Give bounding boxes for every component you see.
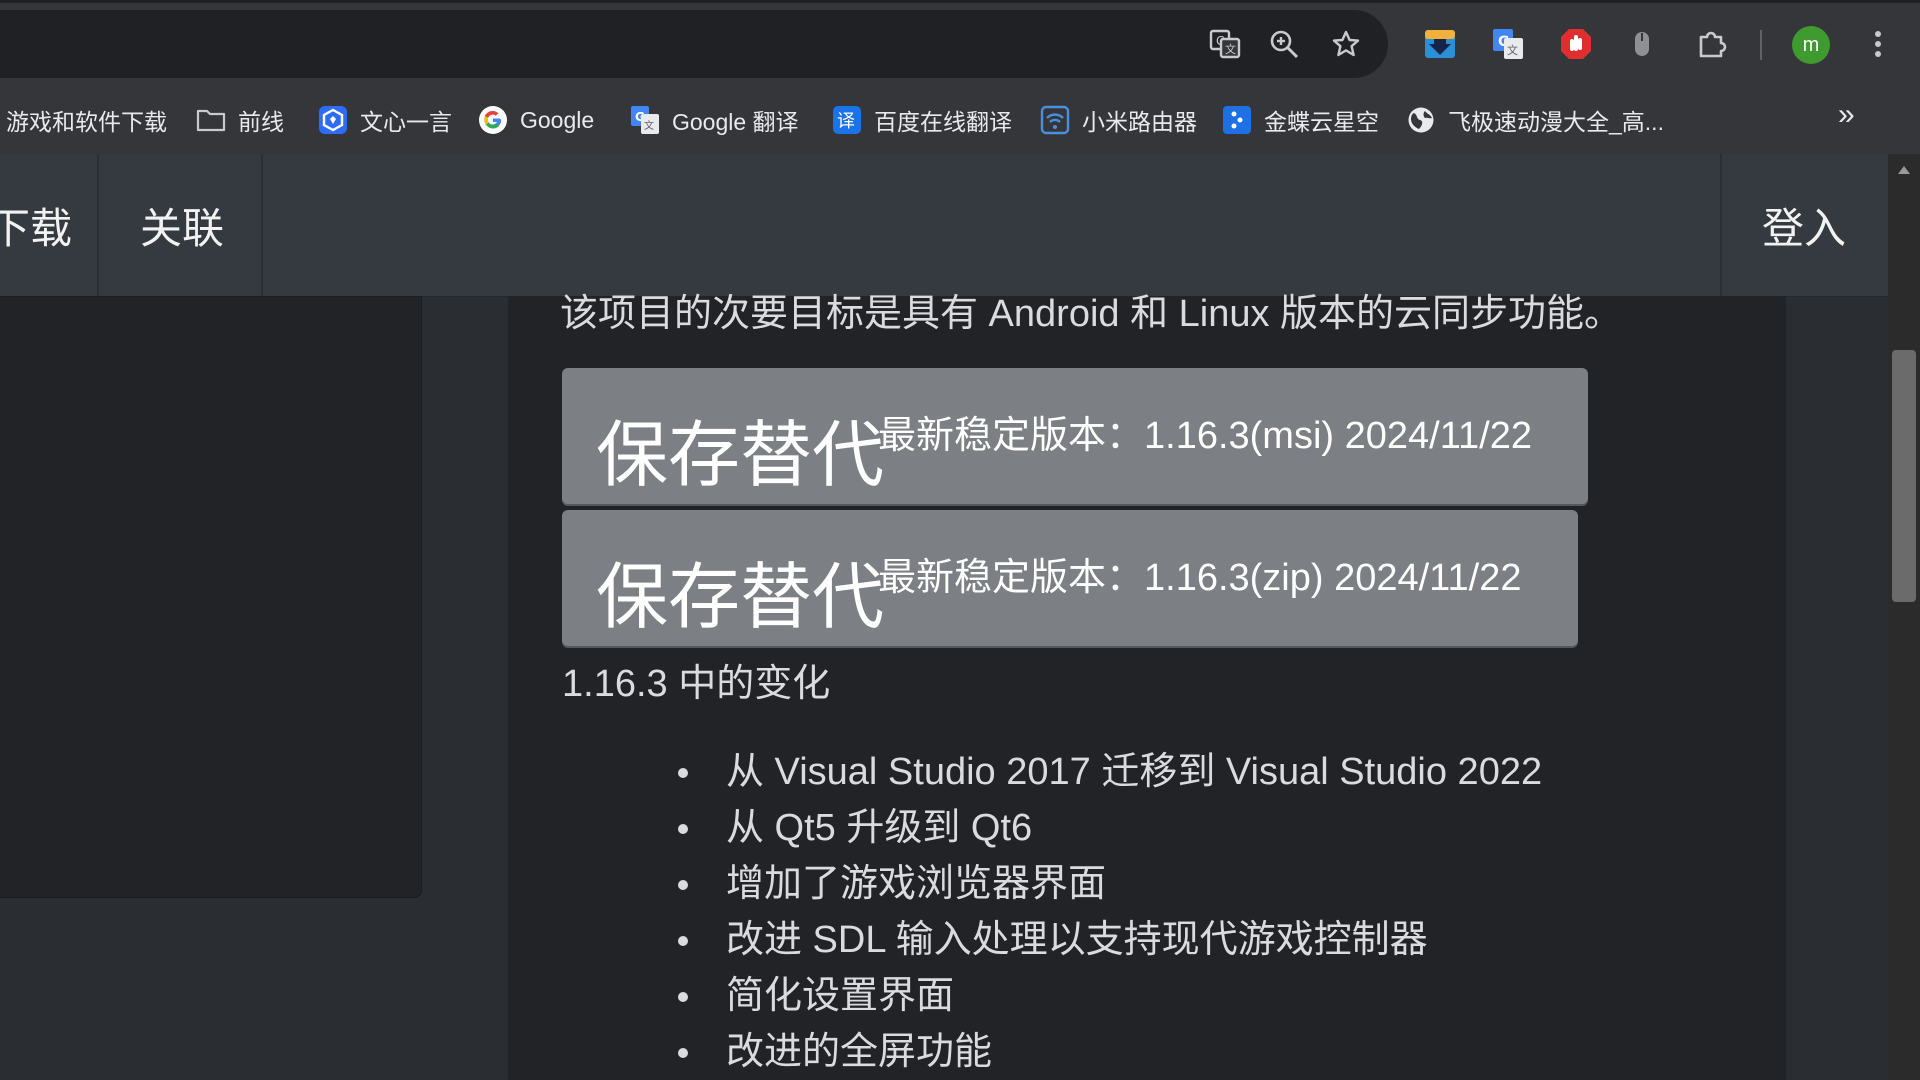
bookmark-label: 百度在线翻译 (874, 109, 1012, 135)
bookmark-folder-frontline[interactable]: 前线 (196, 100, 284, 140)
bookmark-label: 小米路由器 (1082, 109, 1197, 135)
zoom-icon[interactable] (1262, 22, 1306, 66)
changes-heading: 1.16.3 中的变化 (562, 663, 831, 705)
list-item: 增加了游戏浏览器界面 (677, 856, 1542, 912)
nav-download-link[interactable]: 下载 (0, 154, 72, 296)
more-menu-icon[interactable] (1856, 22, 1900, 66)
download-msi-version: 最新稳定版本：1.16.3(msi) 2024/11/22 (878, 415, 1532, 457)
wifi-router-icon (1040, 105, 1070, 135)
bookmark-baidu-translate[interactable]: 译 百度在线翻译 (832, 100, 1012, 140)
kingdee-icon (1222, 105, 1252, 135)
toolbar-top-border (0, 0, 1920, 3)
download-zip-version: 最新稳定版本：1.16.3(zip) 2024/11/22 (878, 557, 1522, 599)
toolbar-separator (1760, 30, 1762, 60)
download-zip-name: 保存替代 (596, 558, 885, 638)
bookmark-anime[interactable]: 飞极速动漫大全_高... (1406, 100, 1664, 140)
adblock-extension-icon[interactable] (1554, 22, 1598, 66)
extensions-puzzle-icon[interactable] (1690, 22, 1734, 66)
bookmark-google[interactable]: Google (478, 100, 594, 140)
bookmark-label: 前线 (238, 109, 284, 135)
google-icon (478, 105, 508, 135)
changes-list: 从 Visual Studio 2017 迁移到 Visual Studio 2… (677, 744, 1542, 1080)
folder-icon (196, 105, 226, 135)
bookmark-xiaomi-router[interactable]: 小米路由器 (1040, 100, 1197, 140)
bookmark-star-icon[interactable] (1324, 22, 1368, 66)
nav-divider (261, 154, 263, 296)
address-bar[interactable] (0, 10, 1388, 78)
bookmark-google-translate[interactable]: G文 Google 翻译 (630, 100, 799, 140)
svg-text:文: 文 (644, 119, 654, 132)
profile-avatar[interactable]: m (1792, 26, 1830, 64)
site-nav-bar: 下载 关联 登入 (0, 154, 1888, 297)
bookmark-wenxin[interactable]: 文心一言 (318, 100, 452, 140)
nav-login-link[interactable]: 登入 (1762, 154, 1846, 296)
download-msi-name: 保存替代 (596, 416, 885, 496)
scrollbar-thumb[interactable] (1892, 350, 1916, 602)
bookmark-label: Google 翻译 (672, 109, 799, 135)
download-msi-button[interactable]: 保存替代 最新稳定版本：1.16.3(msi) 2024/11/22 (562, 368, 1588, 504)
bookmark-label: 文心一言 (360, 109, 452, 135)
bookmark-kingdee[interactable]: 金蝶云星空 (1222, 100, 1379, 140)
list-item: 改进 SDL 输入处理以支持现代游戏控制器 (677, 912, 1542, 968)
svg-text:译: 译 (837, 111, 855, 132)
svg-text:文: 文 (1507, 43, 1518, 57)
bookmark-games-software[interactable]: 游戏和软件下载 (6, 100, 167, 140)
wenxin-icon (318, 105, 348, 135)
list-item: 从 Qt5 升级到 Qt6 (677, 800, 1542, 856)
avatar-letter: m (1802, 33, 1820, 56)
bookmarks-bar: 游戏和软件下载 前线 文心一言 Google G文 Google 翻译 译 百度… (0, 88, 1920, 155)
web-page: 下载 关联 登入 该项目的次要目标是具有 Android 和 Linux 版本的… (0, 154, 1888, 1080)
intro-text: 该项目的次要目标是具有 Android 和 Linux 版本的云同步功能。 (560, 293, 1623, 335)
baidu-translate-icon: 译 (832, 105, 862, 135)
list-item: 简化设置界面 (677, 968, 1542, 1024)
list-item: 改进的全屏功能 (677, 1024, 1542, 1080)
bookmark-label: Google (520, 106, 595, 133)
bookmark-label: 飞极速动漫大全_高... (1448, 109, 1664, 135)
mouse-extension-icon[interactable] (1620, 22, 1664, 66)
bookmarks-overflow-chevron-icon[interactable]: » (1838, 98, 1855, 132)
download-zip-button[interactable]: 保存替代 最新稳定版本：1.16.3(zip) 2024/11/22 (562, 510, 1578, 646)
google-translate-icon: G文 (630, 105, 660, 135)
nav-divider (1720, 154, 1722, 296)
svg-text:文: 文 (1225, 42, 1236, 56)
globe-icon (1406, 105, 1436, 135)
list-item: 从 Visual Studio 2017 迁移到 Visual Studio 2… (677, 744, 1542, 800)
bookmark-label: 金蝶云星空 (1264, 109, 1379, 135)
nav-links-link[interactable]: 关联 (140, 154, 224, 296)
vertical-scrollbar[interactable] (1888, 154, 1920, 1080)
browser-toolbar: G文 G文 m (0, 0, 1920, 88)
download-extension-icon[interactable] (1418, 22, 1462, 66)
scroll-up-arrow-icon[interactable] (1888, 154, 1920, 186)
sidebar-panel (0, 296, 422, 898)
google-translate-extension-icon[interactable]: G文 (1486, 22, 1530, 66)
nav-divider (97, 154, 99, 296)
translate-page-icon[interactable]: G文 (1203, 22, 1247, 66)
bookmark-label: 游戏和软件下载 (6, 109, 167, 135)
